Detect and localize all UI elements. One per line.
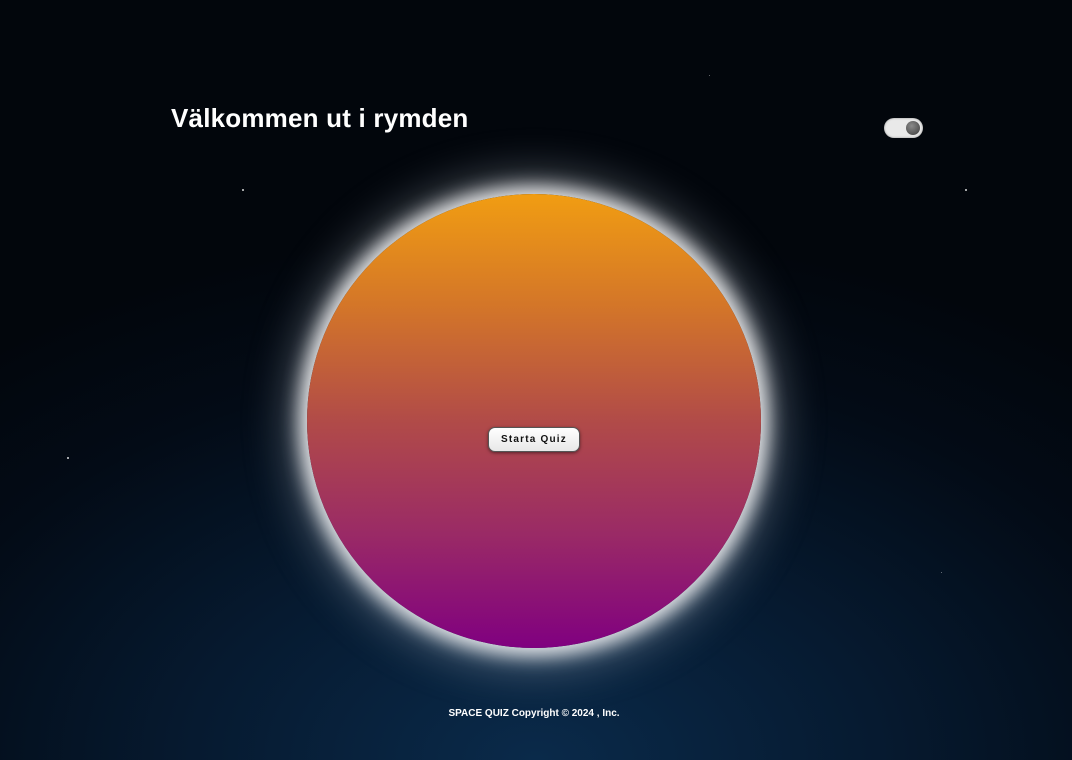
star [709,75,710,76]
planet [307,194,761,648]
star [965,189,967,191]
star [67,457,69,459]
page-title: Välkommen ut i rymden [171,103,469,133]
footer-copyright: SPACE QUIZ Copyright © 2024 , Inc. [448,708,620,719]
star [242,189,244,191]
start-quiz-button[interactable]: Starta Quiz [488,427,580,452]
toggle-knob [906,121,920,135]
theme-toggle[interactable] [884,118,923,138]
star [941,572,942,573]
